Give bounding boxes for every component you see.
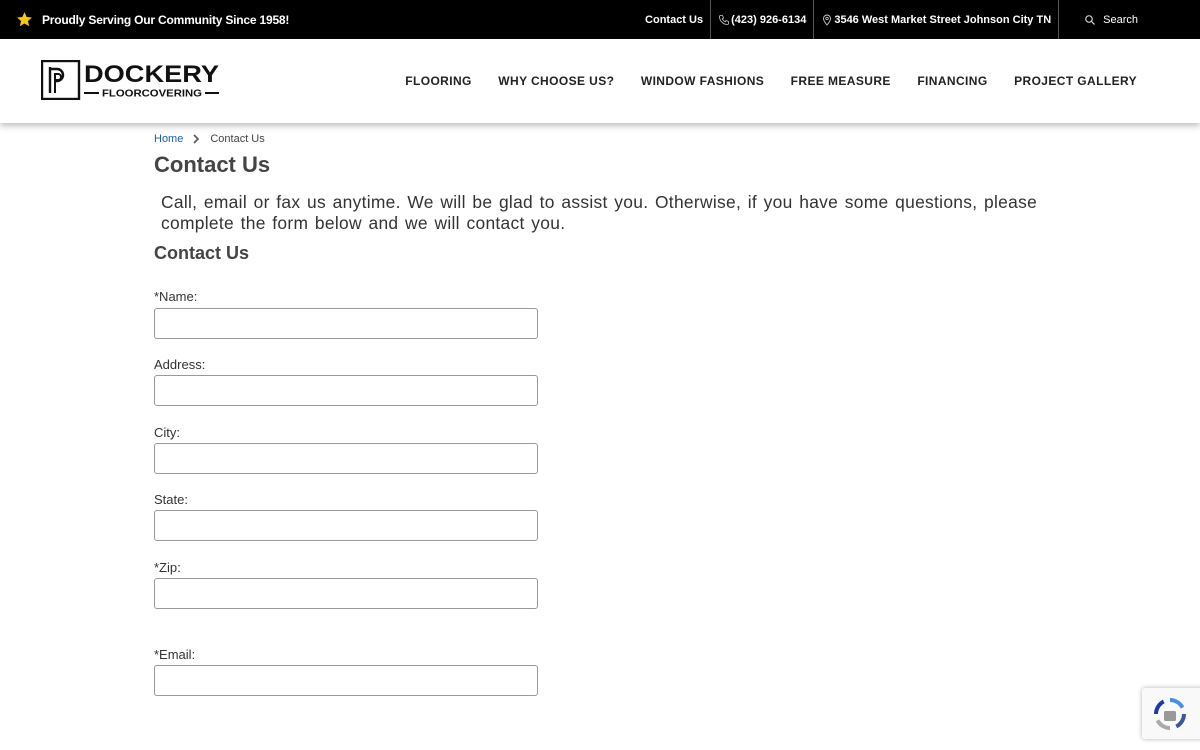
tagline: Proudly Serving Our Community Since 1958… [16,0,289,39]
zip-label: *Zip: [154,560,181,575]
main-nav: FLOORING WHY CHOOSE US? WINDOW FASHIONS … [379,39,1137,123]
nav-financing[interactable]: FINANCING [917,74,987,88]
form-heading: Contact Us [154,243,250,263]
breadcrumb-current: Contact Us [210,133,265,145]
intro-text: Call, email or fax us anytime. We will b… [161,192,1038,233]
top-bar: Proudly Serving Our Community Since 1958… [0,0,1200,39]
phone-icon [719,14,729,25]
address-text: 3546 West Market Street Johnson City TN [834,13,1052,26]
page-title: Contact Us [154,152,271,177]
email-label: *Email: [154,647,196,662]
search-button[interactable]: Search [1059,0,1200,39]
nav-window-fashions[interactable]: WINDOW FASHIONS [641,74,764,88]
name-label: *Name: [154,289,198,304]
svg-text:FLOORCOVERING: FLOORCOVERING [102,89,202,100]
address-label: Address: [154,357,206,372]
star-icon [17,12,32,27]
breadcrumb-home-link[interactable]: Home [154,133,183,145]
city-label: City: [154,425,180,440]
recaptcha-badge[interactable] [1142,688,1200,739]
svg-text:DOCKERY: DOCKERY [84,61,219,88]
nav-flooring[interactable]: FLOORING [405,74,472,88]
search-icon [1085,14,1096,25]
nav-project-gallery[interactable]: PROJECT GALLERY [1014,74,1137,88]
site-header: DOCKERY FLOORCOVERING FLOORING WHY CHOOS… [0,39,1200,123]
contact-us-link[interactable]: Contact Us [637,0,712,39]
contact-us-link-label: Contact Us [645,13,704,26]
top-links: Contact Us (423) 926-6134 3546 West Mark… [637,0,1200,39]
breadcrumb: Home Contact Us [154,133,265,145]
zip-field[interactable] [154,578,538,609]
tagline-text: Proudly Serving Our Community Since 1958… [42,12,290,27]
dockery-logo[interactable]: DOCKERY FLOORCOVERING [41,60,221,100]
state-field[interactable] [154,510,538,541]
map-pin-icon [823,14,832,26]
state-label: State: [154,492,188,507]
nav-why-choose-us[interactable]: WHY CHOOSE US? [498,74,614,88]
city-field[interactable] [154,443,538,474]
search-label: Search [1103,13,1138,26]
name-field[interactable] [154,308,538,339]
recaptcha-icon [1154,698,1186,730]
address-link[interactable]: 3546 West Market Street Johnson City TN [814,0,1060,39]
address-field[interactable] [154,375,538,406]
phone-link[interactable]: (423) 926-6134 [711,0,815,39]
phone-number: (423) 926-6134 [731,13,807,26]
nav-free-measure[interactable]: FREE MEASURE [791,74,891,88]
email-field[interactable] [154,665,538,696]
chevron-right-icon [193,134,200,144]
